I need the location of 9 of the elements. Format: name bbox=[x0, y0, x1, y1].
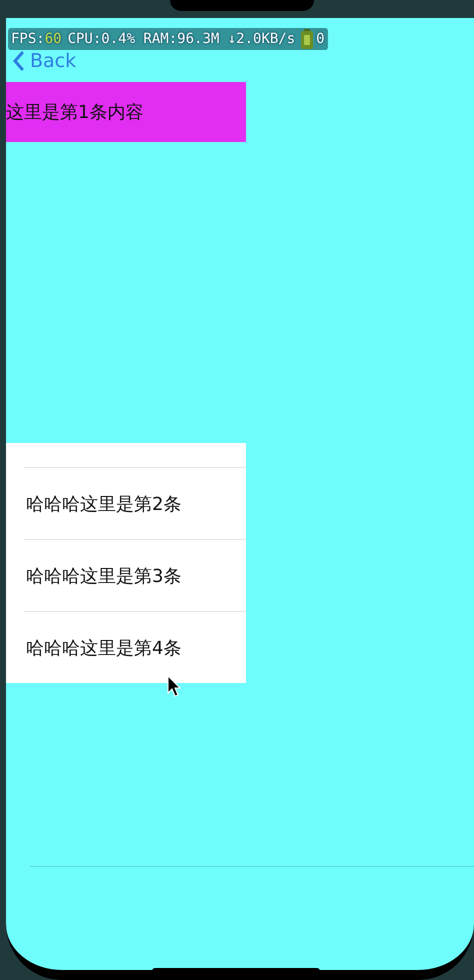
battery-value: 0 bbox=[316, 31, 325, 47]
list-item[interactable]: 哈哈哈这里是第2条 bbox=[24, 467, 246, 539]
banner-text: 这里是第1条内容 bbox=[6, 101, 144, 124]
list-item[interactable]: 哈哈哈这里是第3条 bbox=[24, 539, 246, 611]
perf-stats: CPU:0.4% RAM:96.3M ↓2.0KB/s bbox=[68, 31, 296, 47]
fps-label: FPS: bbox=[11, 31, 45, 47]
chevron-left-icon bbox=[12, 51, 24, 71]
battery-icon bbox=[301, 29, 314, 49]
fps-value: 60 bbox=[44, 31, 62, 47]
